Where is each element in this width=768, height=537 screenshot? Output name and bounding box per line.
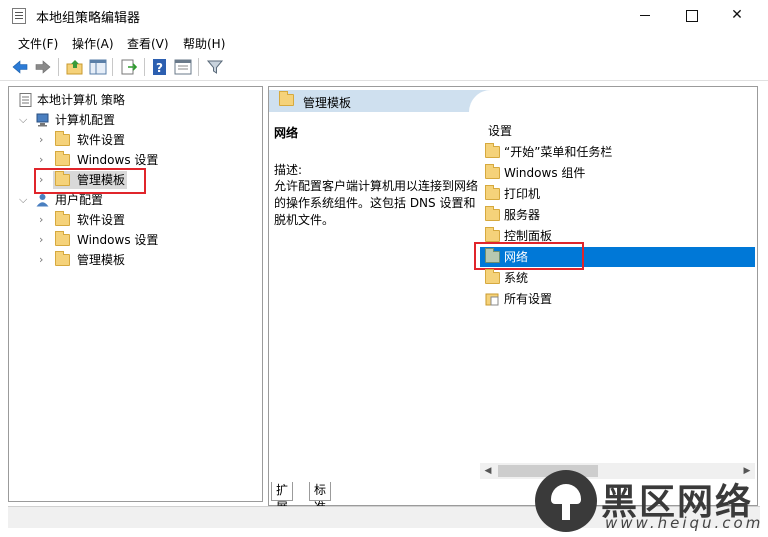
details-pane: 管理模板 网络 描述: 允许配置客户端计算机用以连接到网络的操作系统组件。这包括… [268, 86, 758, 514]
up-folder-icon[interactable] [66, 58, 84, 76]
folder-icon [485, 143, 500, 158]
list-item-label: 系统 [504, 271, 529, 285]
folder-icon [55, 211, 70, 226]
svg-text:?: ? [156, 61, 163, 75]
highlight-box-network [474, 242, 584, 270]
details-header-title: 管理模板 [303, 96, 352, 110]
folder-icon [55, 131, 70, 146]
list-item-printers[interactable]: 打印机 [480, 184, 755, 204]
tree-item-label: Windows 设置 [77, 153, 159, 167]
scroll-left-icon[interactable]: ◀ [480, 463, 496, 479]
list-item-start-menu[interactable]: “开始”菜单和任务栏 [480, 142, 755, 162]
all-settings-icon [485, 293, 499, 306]
description-label: 描述: [274, 163, 303, 177]
close-button[interactable]: ✕ [714, 0, 760, 31]
list-item-all-settings[interactable]: 所有设置 [480, 289, 755, 309]
tree-item-label: 软件设置 [77, 133, 126, 147]
toolbar-separator [58, 58, 59, 76]
folder-icon [55, 251, 70, 266]
toolbar-separator [144, 58, 145, 76]
menu-bar: 文件(F) 操作(A) 查看(V) 帮助(H) [0, 31, 768, 53]
policy-editor-app-icon [12, 8, 26, 24]
folder-icon [55, 231, 70, 246]
user-icon [36, 194, 49, 207]
menu-action[interactable]: 操作(A) [72, 35, 114, 52]
tree-item-computer-software[interactable]: › 软件设置 [37, 130, 237, 150]
list-item-server[interactable]: 服务器 [480, 205, 755, 225]
filter-icon[interactable] [206, 58, 224, 76]
list-item-label: “开始”菜单和任务栏 [504, 145, 613, 159]
list-item-label: 打印机 [504, 187, 541, 201]
tab-standard[interactable]: 标准 [309, 482, 332, 514]
tree-item-computer-config[interactable]: ⌵ 计算机配置 [17, 110, 257, 130]
title-bar: 本地组策略编辑器 ✕ [0, 0, 768, 31]
policy-tree-pane: 本地计算机 策略 ⌵ 计算机配置 › 软件设置 › Windows 设置 › 管… [8, 86, 263, 502]
tree-root[interactable]: 本地计算机 策略 [17, 90, 257, 110]
folder-icon [485, 269, 500, 284]
back-arrow-icon[interactable] [11, 58, 29, 76]
folder-icon [279, 91, 294, 106]
chevron-right-icon[interactable]: › [39, 150, 49, 170]
settings-column-header[interactable]: 设置 [488, 122, 512, 139]
description-text: 允许配置客户端计算机用以连接到网络的操作系统组件。这包括 DNS 设置和脱机文件… [274, 179, 479, 227]
list-item-label: 服务器 [504, 208, 541, 222]
chevron-down-icon[interactable]: ⌵ [19, 110, 29, 130]
tree-item-user-windows[interactable]: › Windows 设置 [37, 230, 237, 250]
properties-icon[interactable] [174, 58, 192, 76]
chevron-right-icon[interactable]: › [39, 230, 49, 250]
watermark: 黑区网络 www.heiqu.com [535, 470, 760, 532]
list-item-system[interactable]: 系统 [480, 268, 755, 288]
tree-root-label: 本地计算机 策略 [37, 93, 125, 107]
help-icon[interactable]: ? [151, 58, 169, 76]
tree-item-label: Windows 设置 [77, 233, 159, 247]
maximize-button[interactable] [668, 0, 714, 31]
forward-arrow-icon[interactable] [34, 58, 52, 76]
computer-icon [36, 113, 49, 127]
details-header: 管理模板 [269, 90, 757, 112]
menu-view[interactable]: 查看(V) [127, 35, 169, 52]
tree-item-label: 计算机配置 [55, 113, 116, 127]
folder-icon [485, 185, 500, 200]
minimize-button[interactable] [622, 0, 668, 31]
tree-item-label: 软件设置 [77, 213, 126, 227]
show-hide-tree-icon[interactable] [89, 58, 107, 76]
tree-item-user-admin-templates[interactable]: › 管理模板 [37, 250, 237, 270]
tab-extended[interactable]: 扩展 [271, 482, 294, 514]
list-item-label: Windows 组件 [504, 166, 586, 180]
folder-icon [485, 206, 500, 221]
tree-item-label: 管理模板 [77, 253, 126, 267]
watermark-logo-icon [535, 470, 597, 532]
tree-item-label: 用户配置 [55, 193, 104, 207]
menu-file[interactable]: 文件(F) [18, 35, 58, 52]
tree-item-user-software[interactable]: › 软件设置 [37, 210, 237, 230]
menu-help[interactable]: 帮助(H) [183, 35, 225, 52]
list-item-label: 所有设置 [504, 292, 553, 306]
policy-document-icon [19, 93, 32, 107]
header-curve-decoration [469, 90, 757, 112]
toolbar-separator [198, 58, 199, 76]
tree-item-user-config[interactable]: ⌵ 用户配置 [17, 190, 257, 210]
folder-icon [485, 227, 500, 242]
export-list-icon[interactable] [120, 58, 138, 76]
folder-icon [55, 151, 70, 166]
description-title: 网络 [274, 126, 299, 140]
list-item-windows-components[interactable]: Windows 组件 [480, 163, 755, 183]
toolbar-separator [112, 58, 113, 76]
tree-item-computer-windows[interactable]: › Windows 设置 [37, 150, 237, 170]
folder-icon [485, 164, 500, 179]
chevron-down-icon[interactable]: ⌵ [19, 190, 29, 210]
chevron-right-icon[interactable]: › [39, 250, 49, 270]
window-title: 本地组策略编辑器 [36, 11, 141, 26]
toolbar: ? [0, 53, 768, 81]
watermark-url: www.heiqu.com [605, 514, 764, 532]
chevron-right-icon[interactable]: › [39, 130, 49, 150]
chevron-right-icon[interactable]: › [39, 210, 49, 230]
